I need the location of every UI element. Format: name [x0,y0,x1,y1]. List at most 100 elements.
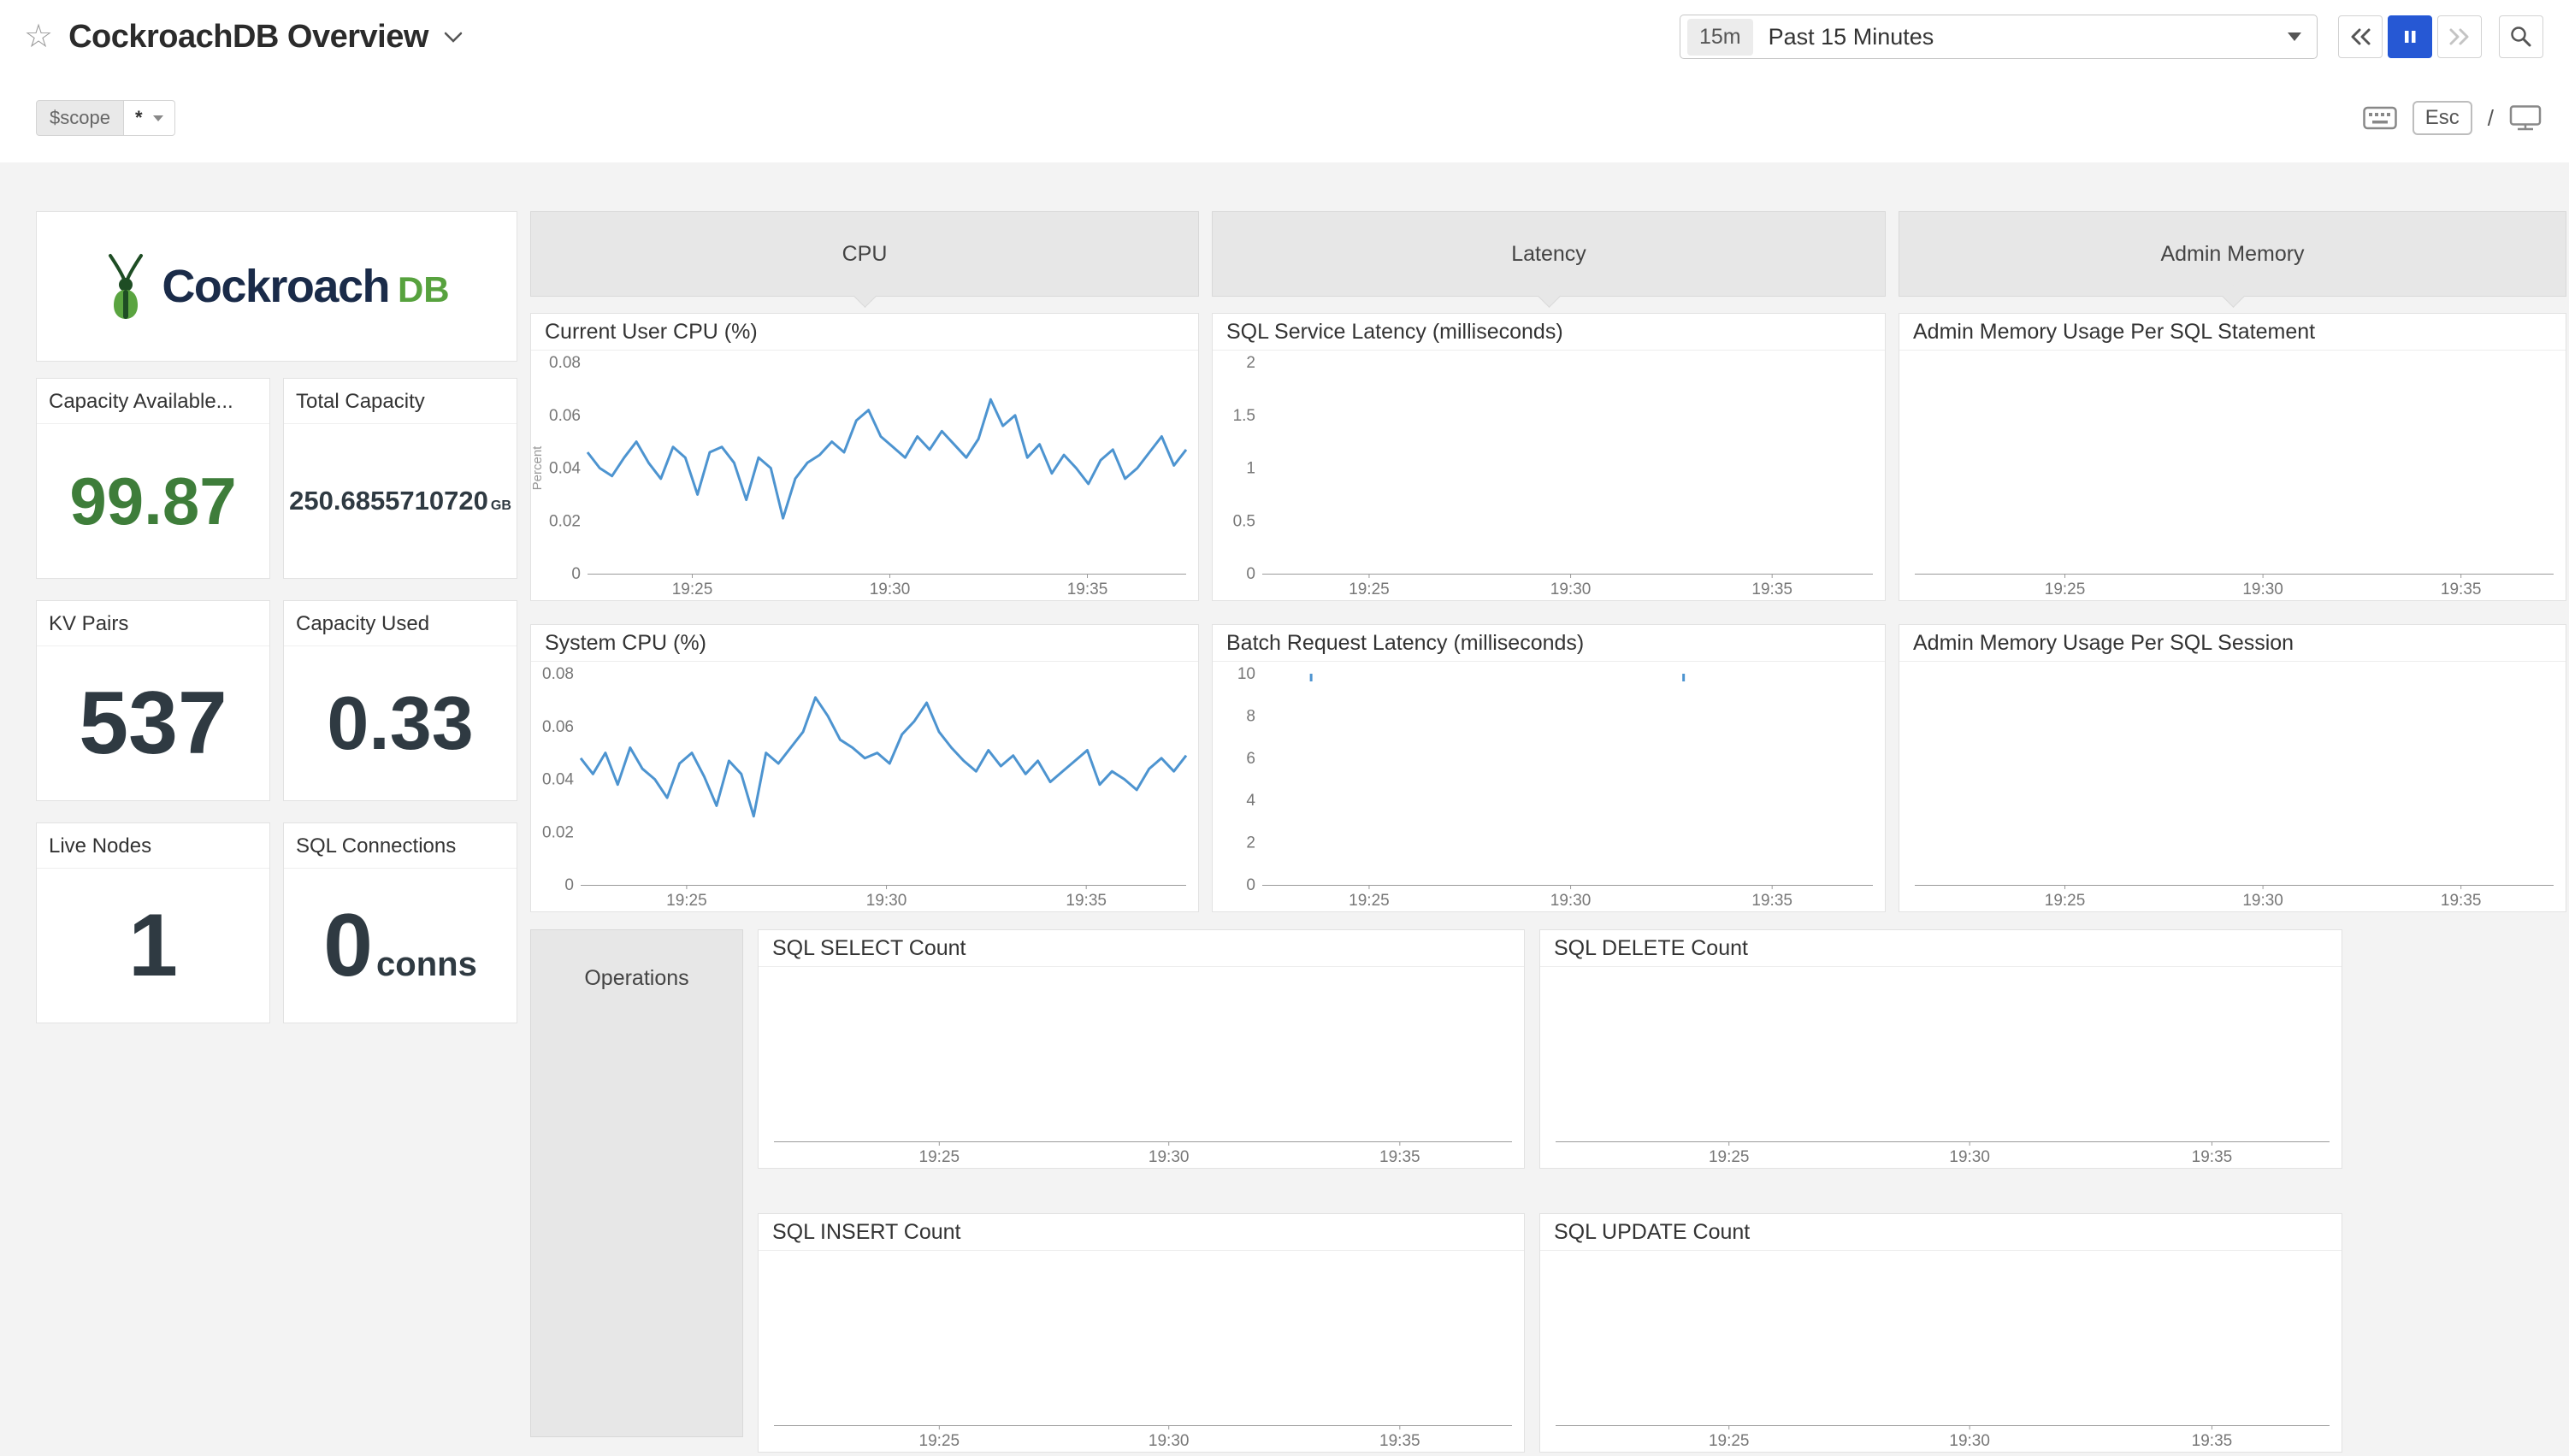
tv-screen-icon[interactable] [2509,104,2542,132]
chart-plot-area[interactable]: 19:25 19:30 19:35 [1899,351,2566,600]
svg-text:1.5: 1.5 [1233,407,1255,425]
chart-title: Batch Request Latency (milliseconds) [1213,625,1885,662]
stat-live-nodes: Live Nodes 1 [36,822,270,1023]
chart-plot-area[interactable]: 024681019:2519:3019:35 [1213,662,1885,911]
svg-text:19:30: 19:30 [2242,581,2283,598]
group-header-cpu[interactable]: CPU [530,211,1199,297]
scope-value-dropdown[interactable]: * [124,100,175,136]
stat-title: Capacity Used [284,601,517,646]
caret-down-icon [2288,32,2301,41]
svg-text:19:30: 19:30 [1149,1432,1190,1450]
stat-title: KV Pairs [37,601,269,646]
group-column-cpu: CPU Current User CPU (%) 00.020.040.060.… [530,211,1199,912]
operations-section: Operations SQL SELECT Count 19:2519:3019… [530,929,2569,1453]
stat-value: 0.33 [327,680,473,767]
chart-title: SQL INSERT Count [759,1214,1524,1251]
chart-plot-area[interactable]: 19:2519:3019:35 [1540,1251,2342,1452]
svg-text:0.06: 0.06 [549,407,581,425]
time-range-label: Past 15 Minutes [1769,24,1934,50]
time-shortcut-badge: 15m [1687,19,1753,56]
scope-variable-selector[interactable]: $scope * [36,100,175,136]
svg-text:10: 10 [1237,665,1255,683]
chart-widget-admin-memory-session: Admin Memory Usage Per SQL Session 19:25… [1899,624,2566,912]
favorite-star-icon[interactable]: ☆ [24,21,53,53]
time-range-selector[interactable]: 15m Past 15 Minutes [1680,15,2318,59]
svg-text:19:30: 19:30 [1550,581,1592,598]
page-title: CockroachDB Overview [68,19,428,56]
svg-text:19:25: 19:25 [919,1148,960,1166]
chart-plot-area[interactable]: 00.511.5219:2519:3019:35 [1213,351,1885,600]
svg-text:19:35: 19:35 [1751,892,1792,910]
chart-plot-area[interactable]: 19:2519:3019:35 [1899,662,2566,911]
svg-text:0.02: 0.02 [549,512,581,530]
svg-text:1: 1 [1246,460,1255,478]
svg-text:19:35: 19:35 [2192,1432,2233,1450]
keyboard-icon [2363,106,2397,130]
svg-text:19:30: 19:30 [870,581,911,598]
svg-text:19:30: 19:30 [1550,892,1592,910]
chart-title: SQL SELECT Count [759,930,1524,967]
stat-value: 537 [79,673,227,775]
scope-key-label: $scope [36,100,124,136]
svg-text:19:25: 19:25 [2045,581,2086,598]
svg-text:6: 6 [1246,750,1255,768]
chart-title: Admin Memory Usage Per SQL Statement [1899,314,2566,351]
template-variable-bar: $scope * Esc / [0,74,2569,162]
backward-button[interactable] [2338,15,2383,58]
svg-text:19:25: 19:25 [2045,892,2086,910]
dashboard-content: Cockroach DB Capacity Available... 99.87… [0,162,2569,1437]
shortcut-hints: Esc / [2363,101,2542,135]
svg-text:19:30: 19:30 [866,892,907,910]
svg-text:0: 0 [571,565,581,583]
chart-plot-area[interactable]: 00.020.040.060.0819:2519:3019:35Percent [531,351,1198,600]
operations-column-1: SQL SELECT Count 19:2519:3019:35 SQL INS… [758,929,1525,1453]
svg-text:19:35: 19:35 [1379,1148,1420,1166]
playback-controls [2338,15,2482,58]
group-header-admin-memory[interactable]: Admin Memory [1899,211,2566,297]
svg-text:0.5: 0.5 [1233,512,1255,530]
chart-title: Admin Memory Usage Per SQL Session [1899,625,2566,662]
chart-plot-area[interactable]: 19:2519:3019:35 [759,1251,1524,1452]
pause-button[interactable] [2388,15,2432,58]
fast-forward-icon [2448,27,2472,47]
graph-zoom-button[interactable] [2499,15,2543,58]
stat-value: 0 [323,895,373,997]
svg-text:2: 2 [1246,354,1255,372]
svg-text:19:30: 19:30 [2242,892,2283,910]
chart-widget-current-user-cpu: Current User CPU (%) 00.020.040.060.0819… [530,313,1199,601]
stat-value: 250.6855710720 [289,486,488,516]
stat-title: SQL Connections [284,823,517,869]
chart-plot-area[interactable]: 00.020.040.060.0819:2519:3019:35 [531,662,1198,911]
group-column-latency: Latency SQL Service Latency (millisecond… [1212,211,1886,912]
logo-word: Cockroach [162,260,389,313]
logo-suffix: DB [398,269,450,310]
svg-text:19:35: 19:35 [2441,581,2482,598]
svg-text:19:25: 19:25 [1709,1148,1750,1166]
svg-text:19:35: 19:35 [1751,581,1792,598]
svg-text:0: 0 [564,876,574,894]
svg-text:19:35: 19:35 [1067,581,1108,598]
dashboard-menu-button[interactable] [442,29,464,44]
chevron-down-icon [442,29,464,44]
chart-plot-area[interactable]: 19:2519:3019:35 [759,967,1524,1168]
svg-text:4: 4 [1246,792,1255,810]
caret-down-icon [153,115,163,121]
group-header-latency[interactable]: Latency [1212,211,1886,297]
group-label: Operations [584,966,688,990]
chart-title: System CPU (%) [531,625,1198,662]
stat-unit: conns [376,946,477,984]
svg-text:0.04: 0.04 [549,460,581,478]
chart-widget-sql-update-count: SQL UPDATE Count 19:2519:3019:35 [1539,1213,2342,1453]
group-header-operations[interactable]: Operations [530,929,743,1437]
forward-button[interactable] [2437,15,2482,58]
stat-kv-pairs: KV Pairs 537 [36,600,270,801]
chart-plot-area[interactable]: 19:2519:3019:35 [1540,967,2342,1168]
stat-total-capacity: Total Capacity 250.6855710720GB [283,378,517,579]
svg-text:19:35: 19:35 [1379,1432,1420,1450]
svg-text:19:25: 19:25 [1349,581,1390,598]
svg-text:19:25: 19:25 [672,581,713,598]
chart-widget-sql-service-latency: SQL Service Latency (milliseconds) 00.51… [1212,313,1886,601]
chart-widget-admin-memory-statement: Admin Memory Usage Per SQL Statement 19:… [1899,313,2566,601]
cockroach-bug-icon [103,251,148,322]
svg-text:19:25: 19:25 [1709,1432,1750,1450]
